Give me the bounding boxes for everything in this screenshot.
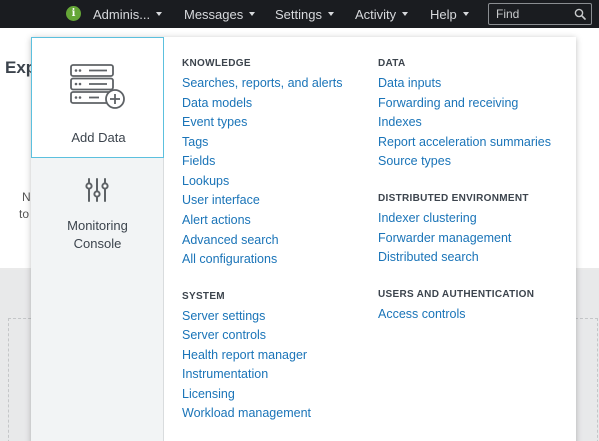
add-data-label: Add Data bbox=[71, 130, 126, 145]
monitoring-console-label-line1: Monitoring bbox=[67, 218, 128, 233]
chevron-down-icon bbox=[249, 12, 256, 16]
section-heading-distributed-environment: DISTRIBUTED ENVIRONMENT bbox=[378, 193, 529, 204]
find-input[interactable] bbox=[489, 4, 569, 24]
search-icon[interactable] bbox=[574, 8, 586, 20]
menu-link-health-report-manager[interactable]: Health report manager bbox=[182, 348, 307, 362]
menu-link-instrumentation[interactable]: Instrumentation bbox=[182, 367, 268, 381]
nav-administrator[interactable]: Adminis... bbox=[93, 0, 163, 28]
menu-link-user-interface[interactable]: User interface bbox=[182, 193, 260, 207]
monitoring-console-label-line2: Console bbox=[73, 236, 122, 251]
nav-help[interactable]: Help bbox=[430, 0, 469, 28]
menu-link-lookups[interactable]: Lookups bbox=[182, 174, 229, 188]
menu-link-source-types[interactable]: Source types bbox=[378, 154, 451, 168]
chevron-down-icon bbox=[402, 12, 409, 16]
find-search-box bbox=[488, 3, 592, 25]
menu-link-distributed-search[interactable]: Distributed search bbox=[378, 250, 479, 264]
nav-activity[interactable]: Activity bbox=[355, 0, 409, 28]
menu-link-server-settings[interactable]: Server settings bbox=[182, 309, 265, 323]
menu-link-data-inputs[interactable]: Data inputs bbox=[378, 76, 441, 90]
menu-link-indexer-clustering[interactable]: Indexer clustering bbox=[378, 211, 477, 225]
menu-link-licensing[interactable]: Licensing bbox=[182, 387, 235, 401]
dropdown-left-panel: Add Data Monitoring Console bbox=[31, 37, 164, 441]
nav-help-label: Help bbox=[430, 6, 457, 22]
nav-settings[interactable]: Settings bbox=[275, 0, 334, 28]
menu-link-indexes[interactable]: Indexes bbox=[378, 115, 422, 129]
nav-settings-label: Settings bbox=[275, 6, 322, 22]
menu-link-advanced-search[interactable]: Advanced search bbox=[182, 233, 279, 247]
chevron-down-icon bbox=[156, 12, 163, 16]
nav-administrator-label: Adminis... bbox=[93, 6, 151, 22]
add-data-tile[interactable]: Add Data bbox=[31, 37, 164, 158]
nav-messages-label: Messages bbox=[184, 6, 244, 22]
menu-link-fields[interactable]: Fields bbox=[182, 154, 215, 168]
menu-link-searches-reports-alerts[interactable]: Searches, reports, and alerts bbox=[182, 76, 343, 90]
menu-link-all-configurations[interactable]: All configurations bbox=[182, 252, 277, 266]
nav-activity-label: Activity bbox=[355, 6, 397, 22]
menu-link-report-acceleration-summaries[interactable]: Report acceleration summaries bbox=[378, 135, 551, 149]
top-nav-bar: i Adminis... Messages Settings Activity … bbox=[0, 0, 599, 28]
menu-link-access-controls[interactable]: Access controls bbox=[378, 307, 466, 321]
background-text: N bbox=[22, 190, 31, 204]
background-text: to bbox=[19, 207, 30, 221]
menu-link-tags[interactable]: Tags bbox=[182, 135, 208, 149]
menu-link-event-types[interactable]: Event types bbox=[182, 115, 247, 129]
section-heading-users-authentication: USERS AND AUTHENTICATION bbox=[378, 289, 535, 300]
menu-link-server-controls[interactable]: Server controls bbox=[182, 328, 266, 342]
info-icon[interactable]: i bbox=[66, 6, 81, 21]
add-data-icon bbox=[70, 64, 125, 109]
monitoring-console-tile[interactable]: Monitoring Console bbox=[31, 160, 164, 260]
menu-link-workload-management[interactable]: Workload management bbox=[182, 406, 311, 420]
nav-messages[interactable]: Messages bbox=[184, 0, 256, 28]
chevron-down-icon bbox=[327, 12, 334, 16]
menu-link-data-models[interactable]: Data models bbox=[182, 96, 252, 110]
info-glyph: i bbox=[71, 7, 76, 19]
menu-link-alert-actions[interactable]: Alert actions bbox=[182, 213, 251, 227]
section-heading-system: SYSTEM bbox=[182, 291, 225, 302]
monitoring-console-icon bbox=[85, 178, 109, 202]
section-heading-data: DATA bbox=[378, 58, 406, 69]
chevron-down-icon bbox=[462, 12, 469, 16]
menu-link-forwarder-management[interactable]: Forwarder management bbox=[378, 231, 511, 245]
settings-dropdown: Add Data Monitoring Console KNOWLEDGE Se… bbox=[31, 37, 576, 441]
menu-link-forwarding-receiving[interactable]: Forwarding and receiving bbox=[378, 96, 518, 110]
section-heading-knowledge: KNOWLEDGE bbox=[182, 58, 251, 69]
